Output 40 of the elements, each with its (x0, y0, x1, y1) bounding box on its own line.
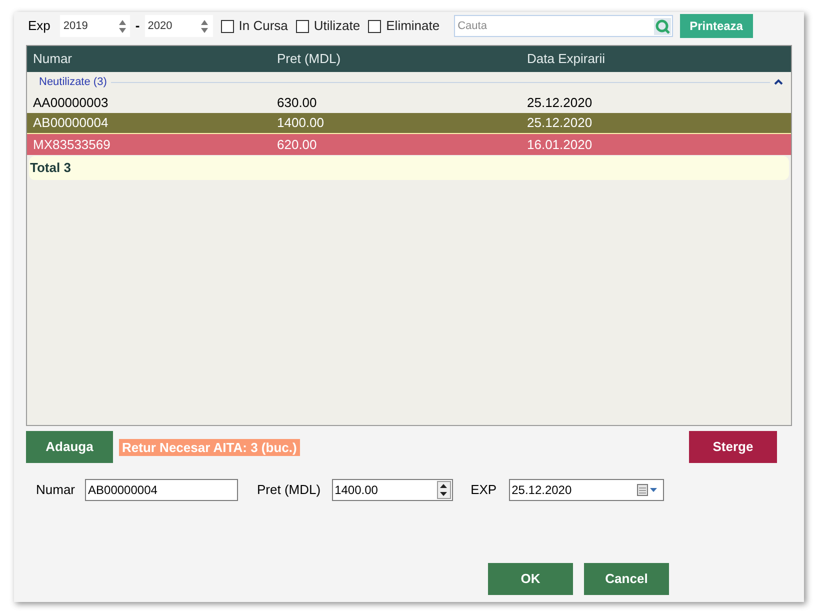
numar-label: Numar (36, 481, 76, 500)
total-label: Total 3 (30, 159, 71, 178)
calendar-dropdown-icon (636, 484, 659, 496)
pret-spinner[interactable]: 1400.00 (332, 479, 453, 501)
exp-field-label: EXP (470, 481, 497, 500)
year-from-spinner[interactable]: 2019 (60, 15, 130, 37)
table-cell-text: AA00000003 (32, 94, 110, 112)
column-header[interactable]: Pret (MDL) (277, 49, 527, 69)
numar-field[interactable]: AB00000004 (85, 479, 238, 501)
table-cell-text: 630.00 (277, 94, 318, 112)
grid-row[interactable]: AB00000004 1400.00 25.12.2020 (27, 113, 791, 134)
search-field[interactable]: Cauta (454, 15, 673, 37)
year-to-spinner[interactable]: 2020 (144, 15, 213, 37)
column-header[interactable]: Numar (27, 49, 277, 69)
search-icon (654, 18, 671, 34)
column-header[interactable]: Data Expirarii (527, 49, 791, 69)
delete-button[interactable]: Sterge (689, 431, 777, 463)
group-label: Neutilizate (3) (39, 74, 107, 90)
range-dash: - (135, 17, 140, 36)
filter-checkbox[interactable]: In Cursa (220, 16, 288, 36)
spin-arrows-icon[interactable] (436, 481, 451, 499)
table-cell-text: 1400.00 (277, 114, 325, 132)
table-cell-text: 25.12.2020 (527, 114, 594, 132)
grid-row[interactable]: MX83533569 620.00 16.01.2020 (27, 134, 791, 155)
table-cell-text: MX83533569 (32, 136, 112, 154)
table-cell-text: 25.12.2020 (527, 94, 594, 112)
grid-row[interactable]: AA00000003 630.00 25.12.2020 (27, 92, 791, 113)
table-cell-text: 620.00 (277, 136, 318, 154)
pret-label: Pret (MDL) (257, 481, 321, 500)
table-cell-text: AB00000004 (32, 114, 110, 132)
table-cell-text: 16.01.2020 (527, 136, 594, 154)
filter-checkbox[interactable]: Utilizate (296, 16, 360, 36)
notice-label: Retur Necesar AITA: 3 (buc.) (119, 438, 300, 456)
exp-date-picker[interactable]: 25.12.2020 (508, 479, 664, 501)
add-button[interactable]: Adauga (26, 431, 113, 463)
filter-checkbox[interactable]: Eliminate (368, 16, 440, 36)
ok-button[interactable]: OK (488, 563, 573, 595)
cancel-button[interactable]: Cancel (584, 563, 669, 595)
exp-label: Exp (28, 17, 50, 36)
collapse-caret-icon[interactable] (774, 78, 783, 86)
